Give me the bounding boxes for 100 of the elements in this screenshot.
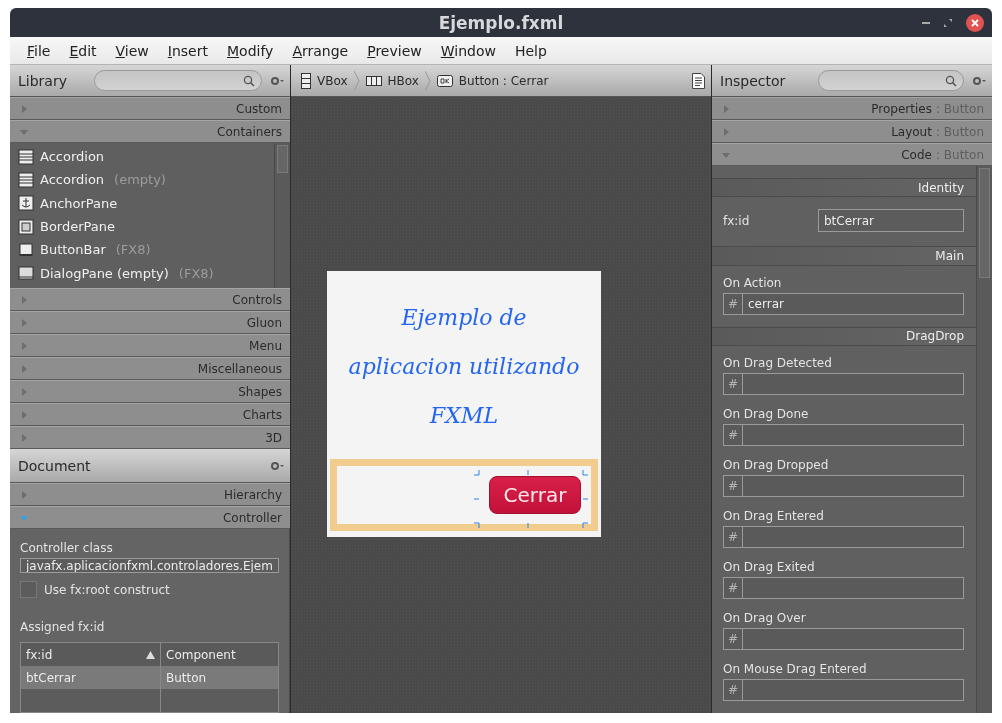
settings-icon[interactable]: [972, 75, 986, 86]
input-field[interactable]: #: [723, 475, 964, 497]
expanded-triangle-icon[interactable]: [722, 150, 730, 159]
field-label: Controller class: [20, 541, 114, 555]
scrollbar[interactable]: [274, 143, 290, 288]
minimize-icon[interactable]: [922, 22, 930, 24]
input-field[interactable]: #: [723, 679, 964, 701]
checkbox-label: Use fx:root construct: [44, 582, 170, 597]
input-field[interactable]: # cerrar: [723, 292, 964, 315]
panel-title: Inspector: [720, 72, 787, 89]
library-item[interactable]: Accordion: [40, 172, 105, 188]
expanded-triangle-icon[interactable]: [20, 513, 28, 522]
document-icon[interactable]: [692, 72, 705, 89]
accordion-header[interactable]: Containers: [10, 120, 290, 143]
menu-item[interactable]: File: [27, 42, 51, 59]
collapsed-triangle-icon[interactable]: [20, 387, 28, 396]
menu-item[interactable]: Preview: [367, 42, 422, 59]
library-item[interactable]: DialogPane (empty): [40, 265, 169, 281]
collapsed-triangle-icon[interactable]: [20, 104, 28, 113]
library-item[interactable]: Accordion: [40, 149, 105, 165]
search-icon[interactable]: [243, 74, 255, 87]
accordion-title: Hierarchy: [224, 487, 282, 502]
scrollbar[interactable]: [976, 166, 992, 713]
input-field[interactable]: javafx.aplicacionfxml.controladores.Ejem: [20, 558, 279, 573]
hbox-container[interactable]: Cerrar: [330, 459, 598, 531]
accordion-header[interactable]: Shapes: [10, 380, 290, 403]
collapsed-triangle-icon[interactable]: [722, 104, 730, 113]
collapsed-triangle-icon[interactable]: [722, 127, 730, 136]
collapsed-triangle-icon[interactable]: [20, 295, 28, 304]
close-icon[interactable]: [966, 14, 984, 32]
expanded-triangle-icon[interactable]: [20, 127, 28, 136]
accordion-title: Miscellaneous: [197, 361, 282, 376]
menu-item[interactable]: Modify: [227, 42, 274, 59]
item-tag: (FX8): [178, 265, 214, 281]
menu-item[interactable]: Window: [440, 42, 496, 59]
menu-item[interactable]: Insert: [167, 42, 208, 59]
accordion-header[interactable]: Charts: [10, 403, 290, 426]
accordion-title: 3D: [265, 430, 282, 445]
input-field[interactable]: btCerrar: [818, 209, 964, 233]
collapsed-triangle-icon[interactable]: [20, 341, 28, 350]
maximize-icon[interactable]: [944, 19, 952, 27]
search-field[interactable]: [94, 70, 262, 91]
button-icon: [436, 74, 453, 87]
input-field[interactable]: #: [723, 577, 964, 599]
settings-icon[interactable]: [270, 460, 284, 471]
accordion-title: Controls: [232, 292, 282, 307]
checkbox[interactable]: [20, 581, 37, 598]
column-header[interactable]: Component: [161, 643, 278, 666]
library-item[interactable]: AnchorPane: [40, 195, 118, 211]
accordion-title: Controller: [222, 510, 282, 525]
section-label: Assigned fx:id: [20, 620, 106, 634]
sort-up-icon: [146, 650, 155, 659]
collapsed-triangle-icon[interactable]: [20, 364, 28, 373]
field-label: On Drag Exited: [723, 560, 816, 574]
close-button[interactable]: Cerrar: [489, 476, 581, 514]
field-label: fx:id: [723, 213, 750, 228]
input-field[interactable]: #: [723, 424, 964, 446]
breadcrumb-item[interactable]: HBox: [387, 73, 419, 88]
anchor-icon: [18, 195, 34, 212]
input-field[interactable]: #: [723, 526, 964, 548]
menu-item[interactable]: Edit: [69, 42, 97, 59]
field-label: On Drag Dropped: [723, 458, 830, 472]
collapsed-triangle-icon[interactable]: [20, 318, 28, 327]
library-item[interactable]: BorderPane: [40, 219, 116, 235]
accordion-header[interactable]: Menu: [10, 334, 290, 357]
breadcrumb-item[interactable]: VBox: [317, 73, 348, 88]
window-title: Ejemplo.fxml: [438, 12, 564, 33]
accordion-header[interactable]: Miscellaneous: [10, 357, 290, 380]
input-field[interactable]: #: [723, 373, 964, 395]
heading-text: FXML: [429, 402, 499, 430]
vbox-icon: [301, 72, 311, 89]
accordion-header[interactable]: Custom: [10, 97, 290, 120]
accordion-title: Shapes: [238, 384, 282, 399]
menu-item[interactable]: Help: [514, 42, 547, 59]
collapsed-triangle-icon[interactable]: [20, 410, 28, 419]
border-pane-icon: [18, 218, 34, 235]
accordion-header[interactable]: Gluon: [10, 311, 290, 334]
library-item[interactable]: ButtonBar: [40, 242, 106, 258]
field-label: On Mouse Drag Entered: [723, 662, 868, 676]
accordion-header[interactable]: Controller: [10, 506, 290, 529]
table-cell-text: Button: [165, 669, 208, 687]
selection-handles-drawing[interactable]: [474, 470, 588, 528]
settings-icon[interactable]: [270, 75, 284, 86]
accordion-header[interactable]: 3D: [10, 426, 290, 449]
menu-item[interactable]: Arrange: [292, 42, 349, 59]
collapsed-triangle-icon[interactable]: [20, 490, 28, 499]
search-icon[interactable]: [945, 74, 957, 87]
table-row[interactable]: btCerrar Button: [21, 666, 278, 689]
accordion-header[interactable]: Controls: [10, 288, 290, 311]
input-field[interactable]: #: [723, 628, 964, 650]
breadcrumb-item[interactable]: Button : Cerrar: [458, 73, 549, 88]
accordion-header[interactable]: Hierarchy: [10, 483, 290, 506]
accordion-title: Containers: [217, 124, 282, 139]
field-label: On Action: [723, 275, 783, 290]
search-field[interactable]: [818, 70, 964, 91]
heading-text: Ejemplo de: [401, 304, 527, 332]
menu-item[interactable]: View: [115, 42, 149, 59]
collapsed-triangle-icon[interactable]: [20, 433, 28, 442]
group-title: Identity: [918, 180, 964, 195]
chevron-separator-icon: [353, 70, 360, 91]
